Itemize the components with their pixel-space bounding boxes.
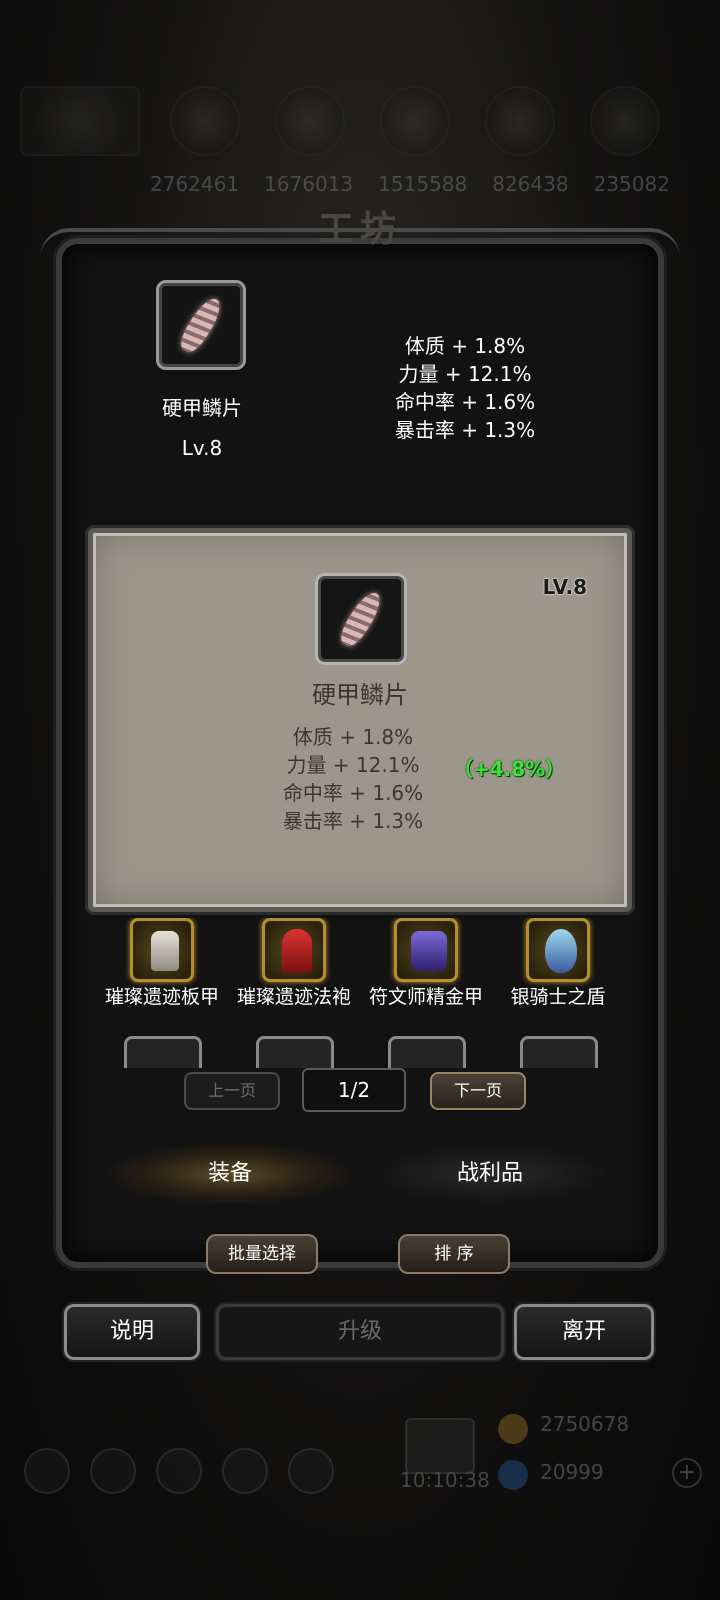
window-title: 工坊 [317,208,402,250]
help-button[interactable]: 说明 [64,1304,200,1360]
resource-value: 2762461 [150,172,240,196]
equipment-item-name: 银骑士之盾 [510,986,606,1008]
tab-loot[interactable]: 战利品 [370,1144,610,1204]
resource-slot [275,86,345,156]
menu-circle-icon [90,1448,136,1494]
selected-item-slot[interactable] [156,280,246,370]
stat-line: 暴击率 + 1.3% [282,809,424,833]
equipment-item-name: 璀璨遗迹板甲 [104,986,219,1008]
add-icon: + [672,1458,702,1488]
resource-value: 1515588 [378,172,468,196]
pager: 上一页 1/2 下一页 [96,1068,624,1122]
equipment-item-name: 符文师精金甲 [368,986,483,1008]
resource-bar [20,86,700,176]
menu-circle-icon [288,1448,334,1494]
batch-select-button[interactable]: 批量选择 [206,1234,318,1274]
menu-circle-icon [222,1448,268,1494]
plate-armor-icon [130,918,194,982]
selected-item-stats: 体质 + 1.8% 力量 + 12.1% 命中率 + 1.6% 暴击率 + 1.… [370,332,560,444]
silver-shield-icon [526,918,590,982]
stat-line: 力量 + 12.1% [286,753,420,777]
gem-icon [498,1460,528,1490]
menu-circle-icon [24,1448,70,1494]
equipment-grid: 璀璨遗迹板甲 璀璨遗迹法袍 符文师精金甲 银骑士之盾 [96,918,624,1068]
equipment-item-partial[interactable] [520,1036,598,1068]
gold-coin-icon [498,1414,528,1444]
resource-slot [590,86,660,156]
equipment-item-partial[interactable] [124,1036,202,1068]
detail-item-slot [315,573,407,665]
page-indicator: 1/2 [302,1068,406,1112]
item-detail-card: LV.8 硬甲鳞片 体质 + 1.8% 力量 + 12.1% 命中率 + 1.6… [88,528,632,912]
resource-slot [485,86,555,156]
equipment-item-partial[interactable] [388,1036,466,1068]
red-robe-icon [262,918,326,982]
stat-bonus: （+4.8%） [453,757,566,781]
upgrade-button[interactable]: 升级 [216,1304,504,1360]
stat-line: 体质 + 1.8% [292,725,414,749]
leave-button[interactable]: 离开 [514,1304,654,1360]
chest-icon [405,1418,475,1474]
tab-equipment[interactable]: 装备 [110,1144,350,1204]
equipment-item-name: 璀璨遗迹法袍 [236,986,351,1008]
equipment-item[interactable]: 银骑士之盾 [492,918,624,1010]
menu-circle-icon [156,1448,202,1494]
purple-armor-icon [394,918,458,982]
scale-feather-icon [335,587,387,651]
stat-line: 命中率 + 1.6% [394,390,536,414]
selected-item-level: Lv.8 [181,436,223,460]
resource-values: 2762461 1676013 1515588 826438 235082 [150,172,670,196]
clock-time: 10:10:38 [400,1468,490,1492]
equipment-item[interactable]: 璀璨遗迹法袍 [228,918,360,1010]
equipment-item[interactable]: 璀璨遗迹板甲 [96,918,228,1010]
resource-value: 826438 [492,172,569,196]
next-page-button[interactable]: 下一页 [430,1072,526,1110]
prev-page-button[interactable]: 上一页 [184,1072,280,1110]
resource-value: 235082 [593,172,670,196]
equipment-item-partial[interactable] [256,1036,334,1068]
resource-slot [170,86,240,156]
stat-line: 体质 + 1.8% [404,334,526,358]
selected-item-name: 硬甲鳞片 [162,396,242,420]
gem-value: 20999 [540,1460,604,1484]
resource-value: 1676013 [264,172,354,196]
detail-item-level: LV.8 [542,575,587,599]
category-tabs: 装备 战利品 [110,1144,610,1204]
sort-button[interactable]: 排 序 [398,1234,510,1274]
background-bottom-bar: 10:10:38 2750678 20999 + [0,1400,720,1600]
stat-line: 力量 + 12.1% [398,362,532,386]
stat-line: 命中率 + 1.6% [282,781,424,805]
resource-slot [20,86,140,156]
scale-feather-icon [175,293,227,357]
equipment-item[interactable]: 符文师精金甲 [360,918,492,1010]
stat-line: 暴击率 + 1.3% [394,418,536,442]
resource-slot [380,86,450,156]
gold-value: 2750678 [540,1412,630,1436]
detail-item-stats: 体质 + 1.8% 力量 + 12.1% 命中率 + 1.6% 暴击率 + 1.… [253,723,453,835]
detail-item-name: 硬甲鳞片 [312,681,408,709]
